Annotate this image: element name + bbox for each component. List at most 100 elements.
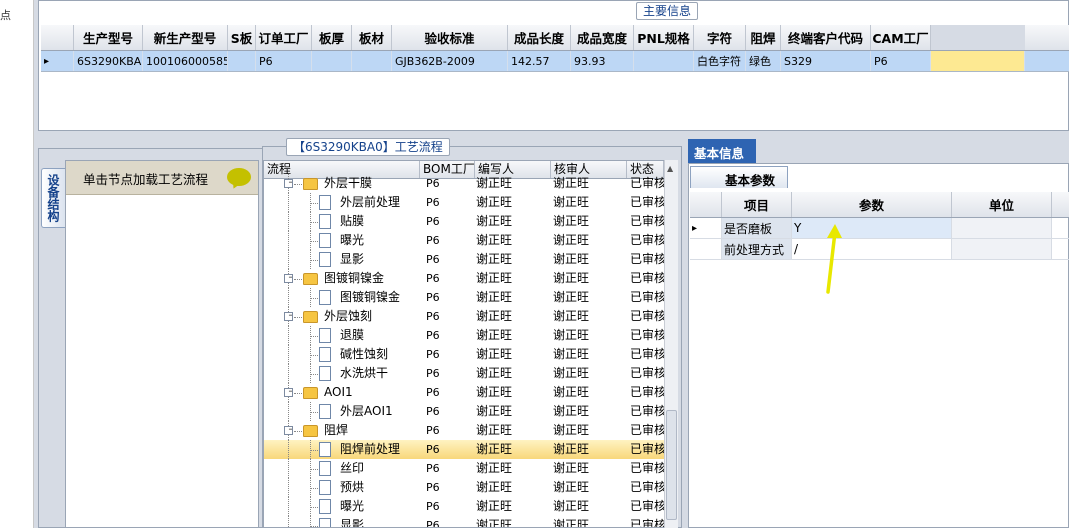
writer-cell[interactable]: 谢正旺 — [475, 459, 551, 478]
param-value-cell[interactable]: / — [792, 239, 952, 259]
process-name-cell[interactable]: 碱性蚀刻 — [264, 345, 420, 364]
status-cell[interactable]: 已审核 — [627, 174, 664, 193]
process-name-cell[interactable]: 丝印 — [264, 459, 420, 478]
status-cell[interactable]: 已审核 — [627, 497, 664, 516]
process-row[interactable]: 阻焊前处理 P6 谢正旺 谢正旺 已审核 — [264, 440, 664, 459]
params-col-header[interactable]: 项目 — [722, 192, 792, 217]
bom-factory-cell[interactable]: P6 — [420, 497, 475, 516]
bom-factory-cell[interactable]: P6 — [420, 459, 475, 478]
process-name-cell[interactable]: − 图镀铜镍金 — [264, 269, 420, 288]
main-col-header[interactable]: 订单工厂 — [256, 25, 312, 50]
process-name-cell[interactable]: 退膜 — [264, 326, 420, 345]
main-cell[interactable]: P6 — [871, 51, 931, 71]
status-cell[interactable]: 已审核 — [627, 307, 664, 326]
checker-cell[interactable]: 谢正旺 — [551, 383, 627, 402]
process-row[interactable]: 水洗烘干 P6 谢正旺 谢正旺 已审核 — [264, 364, 664, 383]
main-col-header[interactable]: 字符 — [694, 25, 746, 50]
main-cell[interactable]: S329 — [781, 51, 871, 71]
process-row[interactable]: 图镀铜镍金 P6 谢正旺 谢正旺 已审核 — [264, 288, 664, 307]
checker-cell[interactable]: 谢正旺 — [551, 212, 627, 231]
main-cell[interactable]: 绿色 — [746, 51, 781, 71]
checker-cell[interactable]: 谢正旺 — [551, 250, 627, 269]
process-name-cell[interactable]: − 外层干膜 — [264, 174, 420, 193]
process-name-cell[interactable]: 显影 — [264, 516, 420, 527]
process-row[interactable]: −图镀铜镍金P6谢正旺谢正旺已审核 — [264, 269, 664, 288]
status-cell[interactable]: 已审核 — [627, 193, 664, 212]
writer-cell[interactable]: 谢正旺 — [475, 288, 551, 307]
process-row[interactable]: 退膜 P6 谢正旺 谢正旺 已审核 — [264, 326, 664, 345]
tab-basic-info[interactable]: 基本信息 — [688, 139, 756, 163]
process-name-cell[interactable]: − 阻焊 — [264, 421, 420, 440]
bom-factory-cell[interactable]: P6 — [420, 421, 475, 440]
process-name-cell[interactable]: 阻焊前处理 — [264, 440, 420, 459]
main-col-header[interactable]: 终端客户代码 — [781, 25, 871, 50]
bom-factory-cell[interactable]: P6 — [420, 440, 475, 459]
status-cell[interactable]: 已审核 — [627, 212, 664, 231]
bom-factory-cell[interactable]: P6 — [420, 269, 475, 288]
writer-cell[interactable]: 谢正旺 — [475, 516, 551, 527]
status-cell[interactable]: 已审核 — [627, 478, 664, 497]
checker-cell[interactable]: 谢正旺 — [551, 516, 627, 527]
writer-cell[interactable]: 谢正旺 — [475, 212, 551, 231]
main-col-header[interactable]: PNL规格 — [634, 25, 694, 50]
writer-cell[interactable]: 谢正旺 — [475, 269, 551, 288]
status-cell[interactable]: 已审核 — [627, 440, 664, 459]
checker-cell[interactable]: 谢正旺 — [551, 345, 627, 364]
process-name-cell[interactable]: 外层AOI1 — [264, 402, 420, 421]
main-info-grid[interactable]: 生产型号 新生产型号 S板 订单工厂 板厚 板材 验收标准 成品长度 成品宽度 PNL规格 字符 阻焊… — [41, 25, 1069, 72]
writer-cell[interactable]: 谢正旺 — [475, 307, 551, 326]
collapse-icon[interactable]: − — [284, 426, 293, 435]
param-value-cell[interactable]: Y — [792, 218, 952, 238]
process-name-cell[interactable]: 显影 — [264, 250, 420, 269]
bom-factory-cell[interactable]: P6 — [420, 193, 475, 212]
checker-cell[interactable]: 谢正旺 — [551, 288, 627, 307]
process-row[interactable]: 丝印 P6 谢正旺 谢正旺 已审核 — [264, 459, 664, 478]
bom-factory-cell[interactable]: P6 — [420, 478, 475, 497]
process-name-cell[interactable]: 图镀铜镍金 — [264, 288, 420, 307]
writer-cell[interactable]: 谢正旺 — [475, 364, 551, 383]
main-col-header[interactable]: 新生产型号 — [143, 25, 228, 50]
process-row[interactable]: 外层前处理 P6 谢正旺 谢正旺 已审核 — [264, 193, 664, 212]
writer-cell[interactable]: 谢正旺 — [475, 250, 551, 269]
checker-cell[interactable]: 谢正旺 — [551, 421, 627, 440]
process-name-cell[interactable]: 水洗烘干 — [264, 364, 420, 383]
writer-cell[interactable]: 谢正旺 — [475, 478, 551, 497]
writer-cell[interactable]: 谢正旺 — [475, 383, 551, 402]
main-col-header[interactable]: CAM工厂 — [871, 25, 931, 50]
checker-cell[interactable]: 谢正旺 — [551, 174, 627, 193]
main-cell[interactable]: 142.57 — [508, 51, 571, 71]
tab-basic-params[interactable]: 基本参数 — [690, 166, 788, 188]
writer-cell[interactable]: 谢正旺 — [475, 440, 551, 459]
process-name-cell[interactable]: 曝光 — [264, 497, 420, 516]
writer-cell[interactable]: 谢正旺 — [475, 193, 551, 212]
main-cell[interactable]: 白色字符 — [694, 51, 746, 71]
bom-factory-cell[interactable]: P6 — [420, 345, 475, 364]
checker-cell[interactable]: 谢正旺 — [551, 440, 627, 459]
process-name-cell[interactable]: 贴膜 — [264, 212, 420, 231]
checker-cell[interactable]: 谢正旺 — [551, 307, 627, 326]
param-item-cell[interactable]: 前处理方式 — [722, 239, 792, 259]
process-vertical-scrollbar[interactable]: ▲ — [664, 160, 678, 528]
status-cell[interactable]: 已审核 — [627, 459, 664, 478]
checker-cell[interactable]: 谢正旺 — [551, 231, 627, 250]
status-cell[interactable]: 已审核 — [627, 402, 664, 421]
process-row[interactable]: −外层蚀刻P6谢正旺谢正旺已审核 — [264, 307, 664, 326]
process-row[interactable]: 碱性蚀刻 P6 谢正旺 谢正旺 已审核 — [264, 345, 664, 364]
main-cell[interactable]: P6 — [256, 51, 312, 71]
main-col-header[interactable]: 板材 — [352, 25, 392, 50]
main-col-header[interactable]: 成品长度 — [508, 25, 571, 50]
status-cell[interactable]: 已审核 — [627, 383, 664, 402]
main-cell[interactable]: GJB362B-2009 — [392, 51, 508, 71]
bom-factory-cell[interactable]: P6 — [420, 364, 475, 383]
bom-factory-cell[interactable]: P6 — [420, 516, 475, 527]
writer-cell[interactable]: 谢正旺 — [475, 345, 551, 364]
bom-factory-cell[interactable]: P6 — [420, 250, 475, 269]
checker-cell[interactable]: 谢正旺 — [551, 326, 627, 345]
process-row[interactable]: −AOI1P6谢正旺谢正旺已审核 — [264, 383, 664, 402]
status-cell[interactable]: 已审核 — [627, 326, 664, 345]
checker-cell[interactable]: 谢正旺 — [551, 402, 627, 421]
status-cell[interactable]: 已审核 — [627, 250, 664, 269]
checker-cell[interactable]: 谢正旺 — [551, 364, 627, 383]
process-row[interactable]: 显影 P6 谢正旺 谢正旺 已审核 — [264, 250, 664, 269]
process-name-cell[interactable]: − AOI1 — [264, 383, 420, 402]
